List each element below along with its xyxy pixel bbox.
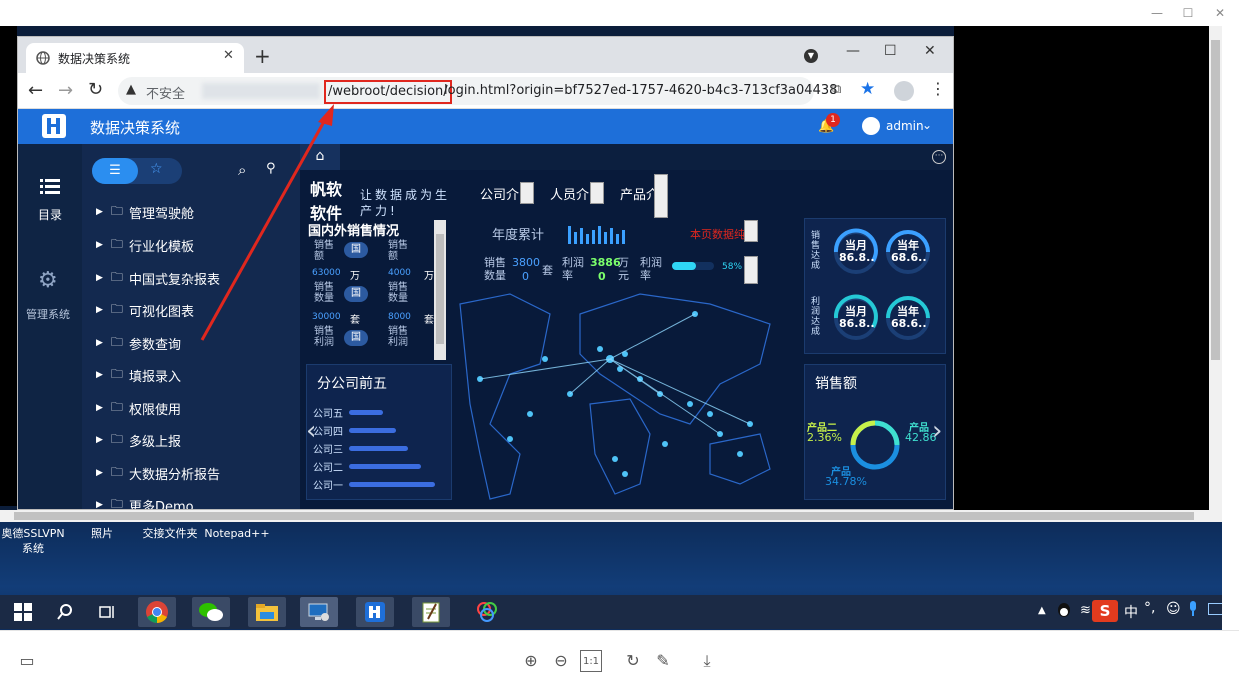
rotate-icon[interactable]: ↻: [622, 650, 644, 672]
download-icon[interactable]: ⤓: [696, 650, 718, 672]
viewer-toolbar: ▭ ⊕ ⊖ 1:1 ↻ ✎ ⤓: [0, 630, 1239, 691]
actual-size-icon[interactable]: 1:1: [580, 650, 602, 672]
zoom-in-icon[interactable]: ⊕: [520, 650, 542, 672]
edit-icon[interactable]: ✎: [652, 650, 674, 672]
zoom-out-icon[interactable]: ⊖: [550, 650, 572, 672]
thumbnail-icon[interactable]: ▭: [16, 650, 38, 672]
annotation-arrow: [200, 104, 334, 341]
